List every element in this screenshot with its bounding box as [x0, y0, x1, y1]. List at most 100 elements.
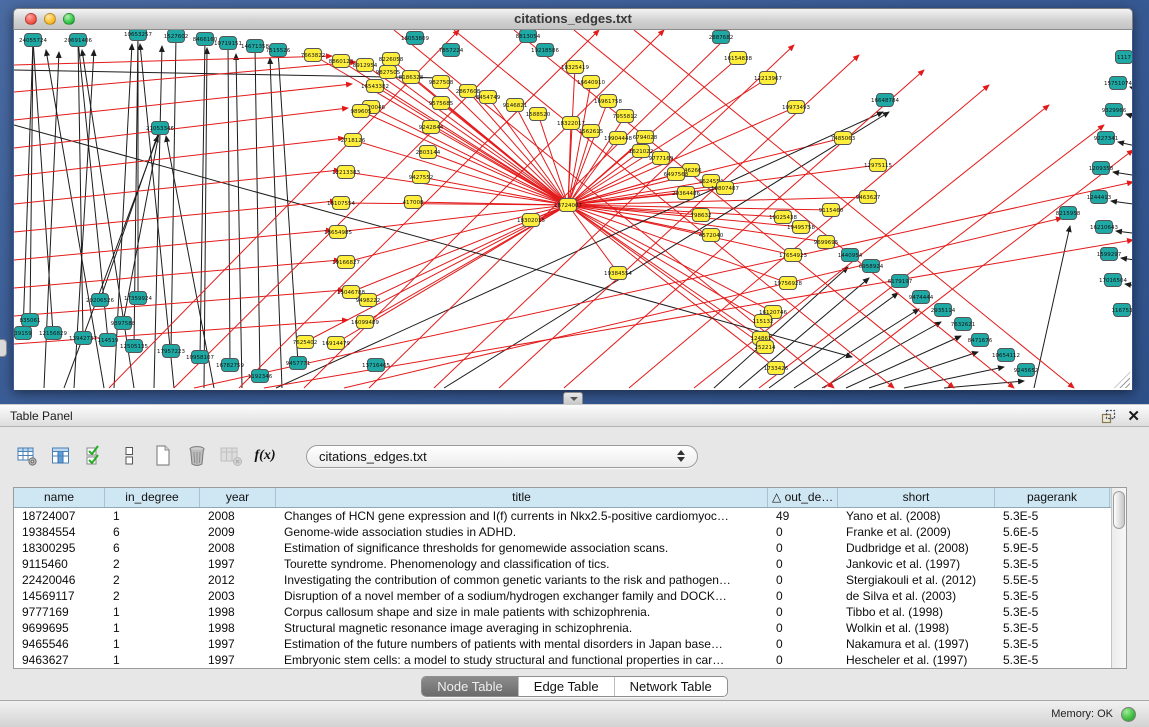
graph-node[interactable]: 8215958 [1056, 207, 1081, 220]
tab-node-table[interactable]: Node Table [422, 677, 518, 696]
table-cell-in-degree[interactable]: 1 [105, 508, 200, 524]
graph-node[interactable]: 16640910 [577, 76, 605, 89]
graph-node[interactable]: 9115460 [819, 204, 844, 217]
table-cell-short[interactable]: Stergiakouli et al. (2012) [838, 572, 995, 588]
table-cell-in-degree[interactable]: 6 [105, 524, 200, 540]
graph-node[interactable]: 10653257 [124, 30, 152, 41]
network-canvas[interactable]: 2405572420691406106532571527602846616010… [14, 30, 1132, 390]
table-cell-out-degree[interactable]: 0 [768, 556, 838, 572]
graph-node[interactable]: 4572040 [699, 229, 724, 242]
graph-node[interactable]: 9397588 [111, 317, 136, 330]
table-cell-year[interactable]: 2009 [200, 524, 276, 540]
graph-node[interactable]: 9329966 [1102, 104, 1127, 117]
table-cell-short[interactable]: Hescheler et al. (1997) [838, 652, 995, 668]
graph-node[interactable]: 21053346 [146, 122, 174, 135]
graph-node[interactable]: 8860123 [329, 55, 354, 68]
graph-node[interactable]: 798632 [691, 209, 712, 222]
table-row[interactable]: 946362711997Embryonic stem cells: a mode… [14, 652, 1126, 668]
table-cell-year[interactable]: 1997 [200, 556, 276, 572]
graph-node[interactable]: 989605 [351, 105, 372, 118]
graph-node[interactable]: 9699695 [814, 236, 839, 249]
graph-node[interactable]: 2887682 [709, 31, 734, 44]
table-cell-out-degree[interactable]: 0 [768, 604, 838, 620]
graph-node[interactable]: 6794028 [633, 131, 658, 144]
graph-node[interactable]: 19218586 [531, 44, 559, 57]
float-panel-icon[interactable] [1101, 409, 1116, 424]
graph-node[interactable]: 9146821 [503, 99, 528, 112]
graph-node[interactable]: 17654923 [779, 249, 807, 262]
table-cell-pagerank[interactable]: 5.9E-5 [995, 540, 1110, 556]
table-scrollbar[interactable] [1111, 488, 1126, 668]
table-cell-short[interactable]: Franke et al. (2009) [838, 524, 995, 540]
tab-network-table[interactable]: Network Table [614, 677, 727, 696]
table-cell-name[interactable]: 14569117 [14, 588, 105, 604]
table-row[interactable]: 1456911722003Disruption of a novel membe… [14, 588, 1126, 604]
graph-node[interactable]: 16053809 [401, 32, 429, 45]
table-cell-year[interactable]: 1998 [200, 604, 276, 620]
graph-node[interactable]: 9827508 [429, 76, 454, 89]
network-view[interactable]: 2405572420691406106532571527602846616010… [14, 30, 1132, 390]
table-row[interactable]: 946554611997Estimation of the future num… [14, 636, 1126, 652]
graph-node[interactable]: 16782759 [216, 359, 244, 372]
table-cell-name[interactable]: 9699695 [14, 620, 105, 636]
table-cell-in-degree[interactable]: 2 [105, 572, 200, 588]
graph-node[interactable]: 20206526 [86, 294, 114, 307]
table-cell-title[interactable]: Estimation of significance thresholds fo… [276, 540, 768, 556]
graph-node[interactable]: 1599297 [1097, 248, 1122, 261]
table-cell-in-degree[interactable]: 1 [105, 604, 200, 620]
graph-node[interactable]: 17016504 [1099, 274, 1127, 287]
select-columns-button[interactable] [82, 443, 108, 469]
graph-node[interactable]: 8454749 [476, 91, 501, 104]
table-cell-short[interactable]: Nakamura et al. (1997) [838, 636, 995, 652]
graph-node[interactable]: 7625402 [293, 336, 318, 349]
row-options-button[interactable] [116, 443, 142, 469]
graph-node[interactable]: 8471676 [968, 334, 993, 347]
graph-node[interactable]: 7857224 [439, 44, 464, 57]
table-cell-out-degree[interactable]: 0 [768, 620, 838, 636]
table-cell-pagerank[interactable]: 5.6E-5 [995, 524, 1110, 540]
column-header-name[interactable]: name [14, 488, 105, 507]
table-cell-name[interactable]: 9465546 [14, 636, 105, 652]
tab-edge-table[interactable]: Edge Table [518, 677, 614, 696]
graph-node[interactable]: 2803144 [416, 146, 441, 159]
table-cell-title[interactable]: Structural magnetic resonance image aver… [276, 620, 768, 636]
table-cell-name[interactable]: 22420046 [14, 572, 105, 588]
split-pane-handle[interactable] [563, 392, 583, 404]
graph-node[interactable]: 9474444 [909, 291, 934, 304]
table-cell-in-degree[interactable]: 1 [105, 652, 200, 668]
close-button[interactable] [25, 13, 37, 25]
column-header-pagerank[interactable]: pagerank [995, 488, 1110, 507]
table-cell-out-degree[interactable]: 0 [768, 572, 838, 588]
table-cell-title[interactable]: Genome-wide association studies in ADHD. [276, 524, 768, 540]
graph-node[interactable]: 1588520 [526, 108, 551, 121]
graph-node[interactable]: 24055724 [19, 34, 47, 47]
delete-columns-button[interactable] [184, 443, 210, 469]
table-cell-out-degree[interactable]: 0 [768, 540, 838, 556]
table-cell-short[interactable]: Wolkin et al. (1998) [838, 620, 995, 636]
table-cell-in-degree[interactable]: 2 [105, 556, 200, 572]
graph-node[interactable]: 9227341 [1094, 132, 1119, 145]
graph-node[interactable]: 9498222 [356, 294, 381, 307]
graph-node[interactable]: 10654112 [992, 349, 1020, 362]
table-cell-in-degree[interactable]: 2 [105, 588, 200, 604]
graph-node[interactable]: 9463627 [856, 191, 881, 204]
graph-node[interactable]: 15751074 [1104, 77, 1132, 90]
graph-node[interactable]: 19756928 [774, 277, 802, 290]
graph-node[interactable]: 10719151 [214, 37, 242, 50]
graph-node[interactable]: 835061 [20, 314, 41, 327]
table-cell-in-degree[interactable]: 1 [105, 636, 200, 652]
graph-node[interactable]: 6179197 [888, 275, 913, 288]
table-cell-in-degree[interactable]: 6 [105, 540, 200, 556]
table-row[interactable]: 1830029562008Estimation of significance … [14, 540, 1126, 556]
graph-node[interactable]: 17957223 [157, 345, 185, 358]
table-cell-title[interactable]: Disruption of a novel member of a sodium… [276, 588, 768, 604]
table-cell-year[interactable]: 1998 [200, 620, 276, 636]
function-builder-button[interactable]: f(x) [252, 443, 278, 469]
table-cell-pagerank[interactable]: 5.3E-5 [995, 636, 1110, 652]
table-scrollbar-thumb[interactable] [1113, 491, 1125, 529]
table-cell-year[interactable]: 1997 [200, 636, 276, 652]
column-header-short[interactable]: short [838, 488, 995, 507]
graph-node[interactable]: 12213383 [332, 166, 360, 179]
table-cell-out-degree[interactable]: 0 [768, 524, 838, 540]
graph-node[interactable]: 7515526 [266, 44, 291, 57]
